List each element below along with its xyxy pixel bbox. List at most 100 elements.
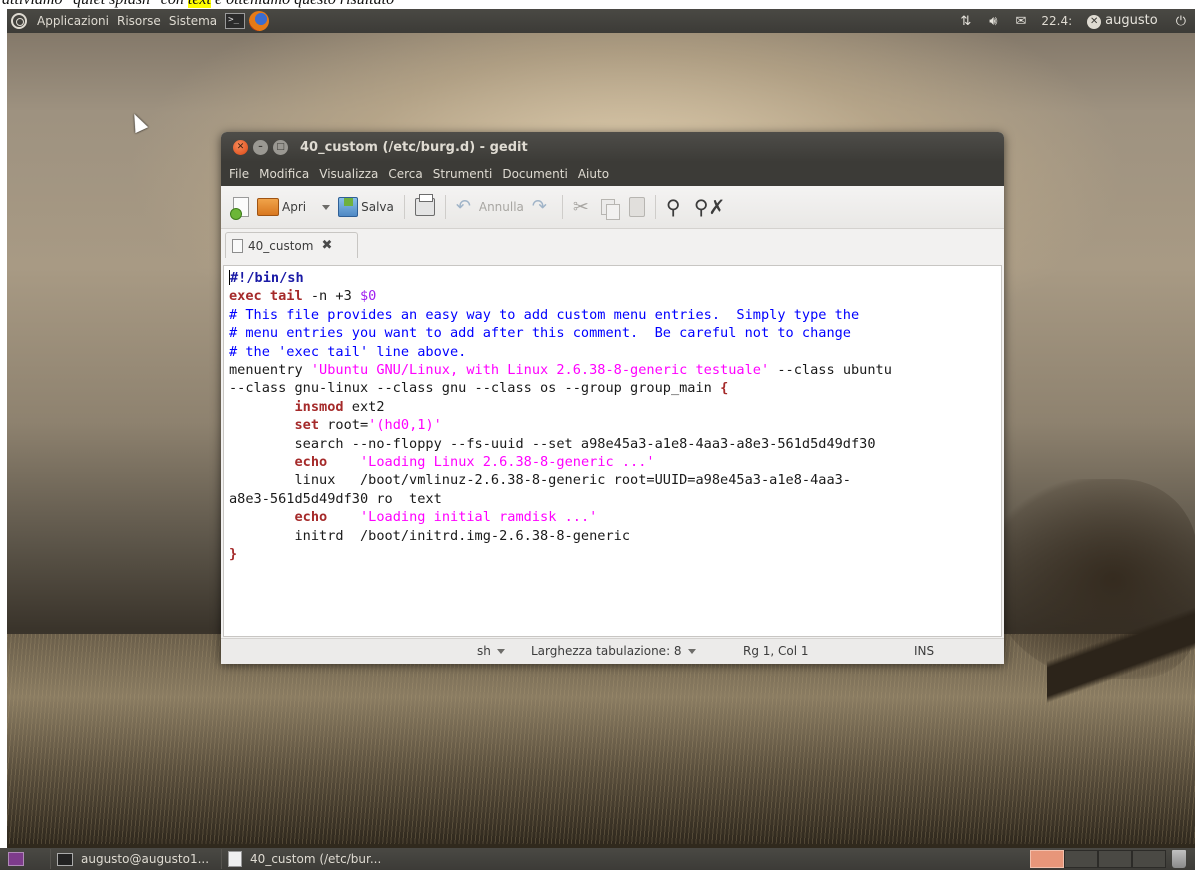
code-line: } xyxy=(229,546,238,563)
magnifier-icon: ⚲ xyxy=(665,195,681,219)
language-label: sh xyxy=(477,644,491,658)
workspace-switcher xyxy=(1030,850,1166,868)
menubar: File Modifica Visualizza Cerca Strumenti… xyxy=(221,162,1004,186)
code-line: # This file provides an easy way to add … xyxy=(229,306,860,323)
code-line: # the 'exec tail' line above. xyxy=(229,343,467,360)
clock[interactable]: 22.4: xyxy=(1035,14,1078,28)
code-line: insmod ext2 xyxy=(294,398,385,415)
volume-icon[interactable]: 🔊︎ xyxy=(980,14,1006,29)
scissors-icon: ✂ xyxy=(572,196,589,218)
wallpaper-grass-field xyxy=(7,634,1195,844)
code-line: exec tail -n +3 $0 xyxy=(229,288,377,305)
save-button[interactable]: Salva xyxy=(334,191,398,223)
window-titlebar[interactable]: ✕ – □ 40_custom (/etc/burg.d) - gedit xyxy=(221,132,1004,162)
user-status-icon: ✕ xyxy=(1087,15,1102,29)
toolbar-separator xyxy=(444,195,446,219)
code-line: # menu entries you want to add after thi… xyxy=(229,325,851,342)
close-window-button[interactable]: ✕ xyxy=(233,139,248,155)
code-line: initrd /boot/initrd.img-2.6.38-8-generic xyxy=(229,527,631,544)
tab-width-selector[interactable]: Larghezza tabulazione: 8 xyxy=(531,644,696,658)
user-name: augusto xyxy=(1105,13,1158,28)
toolbar-separator xyxy=(561,195,563,219)
menu-cerca[interactable]: Cerca xyxy=(383,167,427,181)
cursor-position: Rg 1, Col 1 xyxy=(743,644,809,658)
terminal-icon xyxy=(57,852,73,866)
code-line: a8e3-561d5d49df30 ro text xyxy=(229,490,442,507)
tab-width-label: Larghezza tabulazione: 8 xyxy=(531,644,682,658)
caption-text-before: attiviamo "quiet splash" con xyxy=(2,0,188,8)
workspace-3[interactable] xyxy=(1098,850,1132,868)
code-line: echo 'Loading Linux 2.6.38-8-generic ...… xyxy=(294,454,655,471)
find-replace-button[interactable]: ⚲✗ xyxy=(690,191,726,223)
text-editor-icon xyxy=(228,851,243,867)
undo-button[interactable]: ↶ Annulla xyxy=(452,191,528,223)
caption-text-after: e otteniamo questo risultato xyxy=(211,0,394,8)
menu-applicazioni[interactable]: Applicazioni xyxy=(33,14,113,28)
code-line: #!/bin/sh xyxy=(230,270,304,286)
ubuntu-logo-icon[interactable] xyxy=(11,13,27,29)
minimize-window-button[interactable]: – xyxy=(253,139,268,155)
power-icon[interactable]: ⏻ xyxy=(1167,14,1195,29)
mail-icon[interactable]: ✉ xyxy=(1007,14,1036,29)
paste-icon xyxy=(628,197,645,217)
taskbar-item-label: 40_custom (/etc/bur... xyxy=(250,852,382,866)
firefox-launcher-icon[interactable] xyxy=(249,11,270,31)
top-panel: Applicazioni Risorse Sistema >_ ⇅ 🔊︎ ✉ 2… xyxy=(7,9,1195,33)
open-folder-icon xyxy=(257,198,279,216)
copy-button[interactable] xyxy=(597,191,620,223)
open-recent-dropdown[interactable] xyxy=(310,191,334,223)
toolbar-separator xyxy=(654,195,656,219)
new-document-icon xyxy=(230,197,249,220)
user-menu[interactable]: ✕ augusto xyxy=(1078,13,1167,29)
terminal-launcher-icon[interactable]: >_ xyxy=(225,13,246,29)
code-line: linux /boot/vmlinuz-2.6.38-8-generic roo… xyxy=(229,472,851,489)
statusbar: sh Larghezza tabulazione: 8 Rg 1, Col 1 … xyxy=(221,638,1004,664)
toolbar-separator xyxy=(403,195,405,219)
menu-strumenti[interactable]: Strumenti xyxy=(428,167,498,181)
show-desktop-icon[interactable] xyxy=(8,852,24,866)
maximize-window-button[interactable]: □ xyxy=(273,139,288,155)
open-button[interactable]: Apri xyxy=(253,191,310,223)
taskbar-item-gedit[interactable]: 40_custom (/etc/bur... xyxy=(221,849,387,869)
code-line: --class gnu-linux --class gnu --class os… xyxy=(229,380,729,397)
close-tab-icon[interactable]: ✖ xyxy=(321,238,332,253)
workspace-1[interactable] xyxy=(1030,850,1064,868)
insert-mode: INS xyxy=(914,644,935,658)
toolbar: Apri Salva ↶ Annulla ↷ ✂ ⚲ ⚲✗ xyxy=(221,186,1004,229)
text-editor[interactable]: #!/bin/sh exec tail -n +3 $0 # This file… xyxy=(223,265,1002,637)
new-document-button[interactable] xyxy=(229,191,253,223)
menu-aiuto[interactable]: Aiuto xyxy=(573,167,614,181)
menu-modifica[interactable]: Modifica xyxy=(254,167,314,181)
document-tab[interactable]: 40_custom ✖ xyxy=(225,232,358,258)
window-title: 40_custom (/etc/burg.d) - gedit xyxy=(300,139,528,155)
paste-button[interactable] xyxy=(625,191,649,223)
find-replace-icon: ⚲✗ xyxy=(693,195,726,219)
top-panel-tray: ⇅ 🔊︎ ✉ 22.4: ✕ augusto ⏻ xyxy=(951,9,1195,33)
chevron-down-icon xyxy=(496,648,505,654)
menu-risorse[interactable]: Risorse xyxy=(113,14,165,28)
printer-icon xyxy=(414,194,435,216)
document-tabbar: 40_custom ✖ xyxy=(221,229,1004,258)
redo-arrow-icon: ↷ xyxy=(531,196,547,217)
find-button[interactable]: ⚲ xyxy=(662,191,690,223)
code-line: echo 'Loading initial ramdisk ...' xyxy=(294,509,598,526)
code-line: menuentry 'Ubuntu GNU/Linux, with Linux … xyxy=(229,362,892,379)
trash-icon[interactable] xyxy=(1172,850,1186,868)
menu-file[interactable]: File xyxy=(224,167,254,181)
bottom-panel: augusto@augusto1... 40_custom (/etc/bur.… xyxy=(0,848,1195,870)
cut-button[interactable]: ✂ xyxy=(569,191,597,223)
language-selector[interactable]: sh xyxy=(477,644,505,658)
workspace-4[interactable] xyxy=(1132,850,1166,868)
redo-button[interactable]: ↷ xyxy=(528,191,556,223)
save-icon xyxy=(338,197,359,217)
network-icon[interactable]: ⇅ xyxy=(951,14,980,29)
menu-documenti[interactable]: Documenti xyxy=(497,167,573,181)
document-caption: attiviamo "quiet splash" con text e otte… xyxy=(0,0,1195,9)
wallpaper-tree-trunk xyxy=(1047,519,1195,819)
workspace-2[interactable] xyxy=(1064,850,1098,868)
menu-visualizza[interactable]: Visualizza xyxy=(314,167,383,181)
print-button[interactable] xyxy=(411,191,439,223)
save-label: Salva xyxy=(361,200,394,214)
taskbar-item-terminal[interactable]: augusto@augusto1... xyxy=(50,849,215,869)
menu-sistema[interactable]: Sistema xyxy=(165,14,221,28)
